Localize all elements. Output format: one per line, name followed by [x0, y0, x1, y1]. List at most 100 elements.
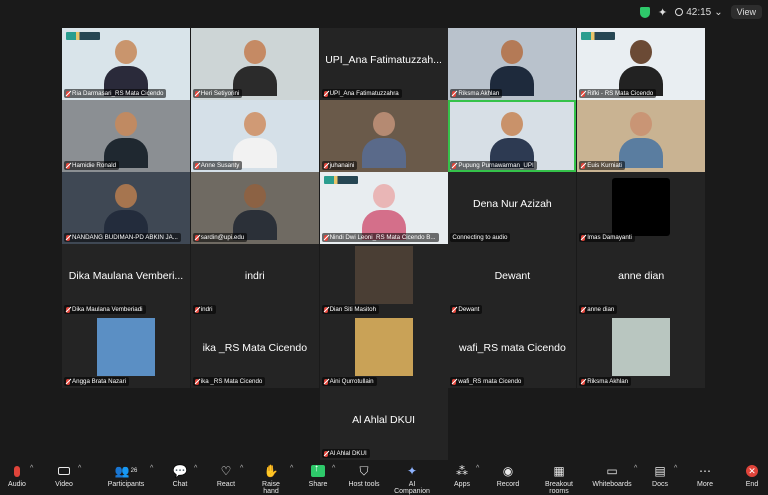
- mic-muted-icon: [452, 90, 457, 97]
- participant-tile[interactable]: Riksma Akhlan: [448, 28, 577, 100]
- chevron-down-icon[interactable]: ⌄: [714, 7, 722, 18]
- participant-tile[interactable]: Dewant Dewant: [448, 244, 577, 316]
- participant-display-name: Al Ahlal DKUI: [352, 414, 416, 426]
- whiteboards-options-caret[interactable]: ^: [634, 465, 637, 472]
- participants-button[interactable]: 👥 26 Participants: [104, 463, 148, 488]
- participant-tile[interactable]: Imas Damayanti: [577, 172, 706, 244]
- record-button[interactable]: ◉ Record: [495, 463, 521, 488]
- participant-display-name: Dewant: [494, 270, 531, 282]
- participant-video: [619, 112, 664, 172]
- participant-display-name: Dika Maulana Vemberi...: [68, 270, 184, 282]
- chat-button[interactable]: 💬 Chat: [168, 463, 192, 488]
- more-button[interactable]: ⋯ More: [694, 463, 716, 488]
- ai-companion-button[interactable]: ✦ AI Companion: [390, 463, 434, 495]
- participant-display-name: anne dian: [618, 270, 665, 282]
- participant-name-label: Euis Kurniati: [579, 161, 625, 170]
- video-options-caret[interactable]: ^: [78, 465, 81, 472]
- participant-tile[interactable]: sardin@upi.edu: [190, 172, 319, 244]
- participant-tile[interactable]: Dika Maulana Vemberi... Dika Maulana Vemb…: [62, 244, 190, 316]
- participant-tile[interactable]: Pupung Purnawarman_UPI: [448, 100, 577, 172]
- participant-tile[interactable]: Dena Nur Azizah Connecting to audio: [448, 172, 577, 244]
- mic-muted-icon: [194, 90, 199, 97]
- end-label: End: [745, 481, 759, 488]
- raise-hand-button[interactable]: ✋ Raise hand: [254, 463, 288, 495]
- participant-name-label: Nindi Dwi Leoni_RS Mata Cicendo B...: [321, 233, 439, 242]
- participant-tile[interactable]: Heri Setiyorini: [190, 28, 319, 100]
- breakout-rooms-button[interactable]: ▦ Breakout rooms: [535, 463, 583, 495]
- participant-tile[interactable]: ika _RS Mata Cicendo ika _RS Mata Cicendo: [190, 316, 319, 388]
- participants-options-caret[interactable]: ^: [150, 465, 153, 472]
- participant-name-label: ika _RS Mata Cicendo: [192, 377, 266, 386]
- video-button[interactable]: Video: [52, 463, 76, 488]
- whiteboards-button[interactable]: ▭ Whiteboards: [592, 463, 632, 488]
- profile-picture: [354, 318, 413, 376]
- participant-name: Dewant: [458, 306, 480, 313]
- mic-muted-icon: [581, 162, 586, 169]
- participant-name: Anne Susanty: [200, 162, 240, 169]
- share-options-caret[interactable]: ^: [332, 465, 335, 472]
- raise-hand-options-caret[interactable]: ^: [290, 465, 293, 472]
- chat-options-caret[interactable]: ^: [194, 465, 197, 472]
- participant-name-label: NANDANG BUDIMAN-PD ABKIN JA...: [64, 233, 181, 242]
- participant-tile[interactable]: NANDANG BUDIMAN-PD ABKIN JA...: [62, 172, 190, 244]
- participant-tile[interactable]: anne dian anne dian: [577, 244, 706, 316]
- participant-tile[interactable]: indri indri: [190, 244, 319, 316]
- meeting-toolbar: Audio ^ Video ^ 👥 26 Participants ^ 💬 Cha…: [0, 460, 768, 495]
- end-button[interactable]: ✕ End: [742, 463, 762, 488]
- participant-name: Riksma Akhlan: [587, 378, 629, 385]
- participant-tile[interactable]: Riksma Akhlan: [577, 316, 706, 388]
- shield-icon: ⛉: [359, 463, 369, 478]
- participant-tile[interactable]: Anne Susanty: [190, 100, 319, 172]
- participant-tile[interactable]: Angga Brata Nazari: [62, 316, 190, 388]
- participant-name: NANDANG BUDIMAN-PD ABKIN JA...: [72, 234, 178, 241]
- participant-head: [372, 112, 395, 136]
- end-call-icon: ✕: [742, 463, 762, 479]
- participant-head: [243, 40, 266, 64]
- participant-tile[interactable]: Aini Qurrotullain: [319, 316, 448, 388]
- audio-button[interactable]: Audio: [6, 463, 28, 488]
- mic-muted-icon: [581, 90, 586, 97]
- participant-name-label: Ria Darmasari_RS Mata Cicendo: [64, 89, 167, 98]
- whiteboards-label: Whiteboards: [592, 481, 632, 488]
- participant-video: [232, 112, 277, 172]
- chat-icon: 💬: [172, 464, 188, 478]
- apps-options-caret[interactable]: ^: [476, 465, 479, 472]
- mic-muted-icon: [452, 162, 457, 169]
- participant-head: [501, 40, 524, 64]
- share-button[interactable]: Share: [306, 463, 330, 488]
- share-screen-icon: [306, 463, 330, 479]
- audio-options-caret[interactable]: ^: [30, 465, 33, 472]
- participant-name: Angga Brata Nazari: [72, 378, 126, 385]
- participant-video: [232, 40, 277, 100]
- docs-label: Docs: [652, 481, 668, 488]
- react-options-caret[interactable]: ^: [240, 465, 243, 472]
- apps-button[interactable]: ⁂ Apps: [451, 463, 473, 488]
- participant-name-label: Connecting to audio: [450, 233, 511, 242]
- participant-head: [115, 184, 137, 208]
- mic-muted-icon: [194, 306, 199, 313]
- participant-tile[interactable]: Nindi Dwi Leoni_RS Mata Cicendo B...: [319, 172, 448, 244]
- participant-name-label: Dewant: [450, 305, 483, 314]
- participant-tile[interactable]: juhanaini: [319, 100, 448, 172]
- participant-tile[interactable]: wafi_RS mata Cicendo wafi_RS mata Cicendo: [448, 316, 577, 388]
- participant-tile[interactable]: Hamidie Ronald: [62, 100, 190, 172]
- participant-tile[interactable]: UPI_Ana Fatimatuzzah... UPI_Ana Fatimatuz…: [319, 28, 448, 100]
- ai-sparkle-icon[interactable]: ✦: [658, 6, 667, 19]
- participant-head: [243, 184, 266, 208]
- host-tools-button[interactable]: ⛉ Host tools: [347, 463, 381, 489]
- participant-tile[interactable]: Euis Kurniati: [577, 100, 706, 172]
- participant-name: Dian Siti Masitoh: [329, 306, 377, 313]
- participant-tile[interactable]: Dian Siti Masitoh: [319, 244, 448, 316]
- ministry-logo: [66, 32, 100, 40]
- participant-tile[interactable]: Rifki - RS Mata Cicendo: [577, 28, 706, 100]
- mic-muted-icon: [323, 306, 328, 313]
- participants-count: 26: [130, 468, 138, 474]
- react-button[interactable]: ♡ React: [214, 463, 238, 488]
- participant-tile[interactable]: Ria Darmasari_RS Mata Cicendo: [62, 28, 190, 100]
- mic-muted-icon: [323, 162, 328, 169]
- view-button[interactable]: View: [730, 5, 762, 19]
- participant-tile[interactable]: Al Ahlal DKUI Al Ahlal DKUI: [319, 388, 448, 460]
- docs-options-caret[interactable]: ^: [674, 465, 677, 472]
- security-shield-icon[interactable]: [640, 6, 650, 18]
- docs-button[interactable]: ▤ Docs: [650, 463, 670, 488]
